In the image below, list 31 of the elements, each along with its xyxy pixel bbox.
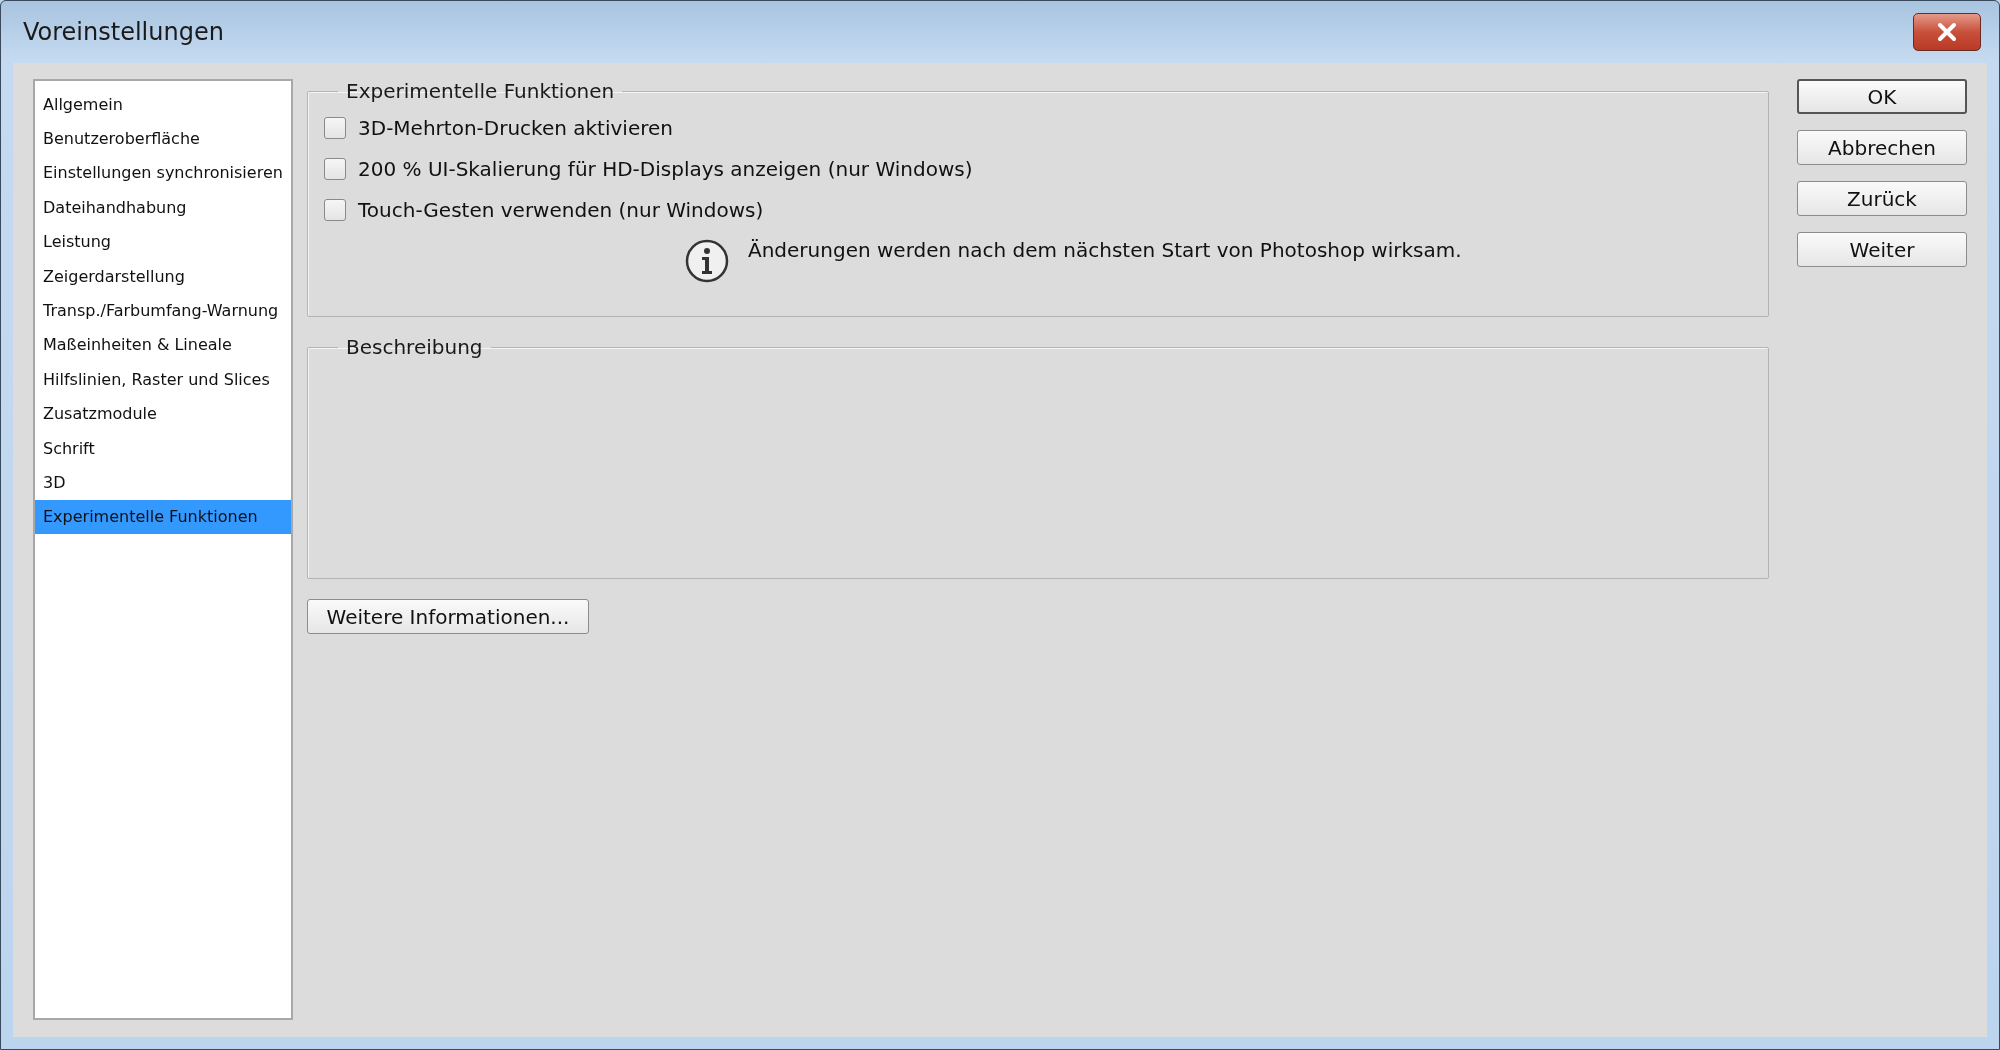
category-item[interactable]: Allgemein <box>35 87 291 122</box>
group-title: Experimentelle Funktionen <box>345 79 616 103</box>
checkbox-label[interactable]: Touch-Gesten verwenden (nur Windows) <box>358 197 764 222</box>
more-info-button[interactable]: Weitere Informationen... <box>307 599 589 634</box>
checkbox-label[interactable]: 3D-Mehrton-Drucken aktivieren <box>358 115 673 140</box>
category-item[interactable]: Maßeinheiten & Lineale <box>35 327 291 363</box>
category-item[interactable]: Transp./Farbumfang-Warnung <box>35 293 291 328</box>
checkbox[interactable] <box>324 157 346 180</box>
category-item[interactable]: Leistung <box>35 224 291 259</box>
checkbox[interactable] <box>324 198 346 221</box>
checkbox-label[interactable]: 200 % UI-Skalierung für HD-Displays anzeigen (nur Windows) <box>358 156 973 181</box>
category-item[interactable]: Experimentelle Funktionen <box>35 499 291 535</box>
category-item[interactable]: Schrift <box>35 430 291 466</box>
dialog-button[interactable]: Zurück <box>1797 181 1967 216</box>
category-item[interactable]: Zeigerdarstellung <box>35 258 291 294</box>
category-item[interactable]: Zusatzmodule <box>35 396 291 431</box>
close-icon <box>1936 21 1958 43</box>
category-item[interactable]: 3D <box>35 465 291 500</box>
category-item[interactable]: Einstellungen synchronisieren <box>35 155 291 191</box>
restart-notice: Änderungen werden nach dem nächsten Start von Photoshop wirksam. <box>748 238 1462 262</box>
close-button[interactable] <box>1913 13 1981 51</box>
dialog-button[interactable]: Abbrechen <box>1797 130 1967 165</box>
checkbox[interactable] <box>324 116 346 139</box>
dialog-button[interactable]: Weiter <box>1797 232 1967 267</box>
window-title: Voreinstellungen <box>23 18 224 46</box>
category-item[interactable]: Benutzeroberfläche <box>35 121 291 156</box>
category-item[interactable]: Dateihandhabung <box>35 190 291 225</box>
dialog-button[interactable]: OK <box>1797 79 1967 114</box>
group-title: Beschreibung <box>345 335 484 359</box>
category-item[interactable]: Hilfslinien, Raster und Slices <box>35 362 291 397</box>
info-icon <box>684 238 730 284</box>
